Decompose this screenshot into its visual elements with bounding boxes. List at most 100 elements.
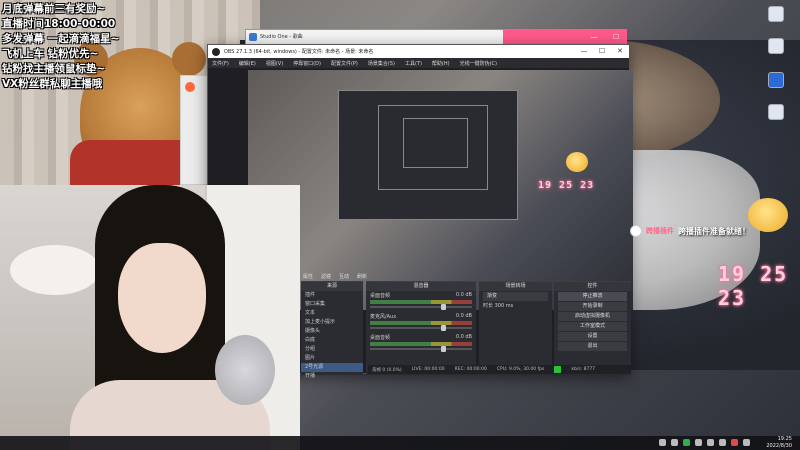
bear-ear [172, 42, 206, 76]
menu-profile[interactable]: 配置文件(P) [331, 60, 358, 67]
source-item[interactable]: 窗口采集 [301, 300, 363, 309]
sources-header: 来源 [301, 282, 363, 291]
obs-titlebar[interactable]: OBS 27.1.3 (64-bit, windows) - 配置文件: 未命名… [208, 45, 629, 58]
volume-slider[interactable] [370, 304, 472, 310]
menu-file[interactable]: 文件(F) [212, 60, 229, 67]
desktop-file-icon[interactable] [768, 6, 784, 22]
transitions-header: 场景转场 [479, 282, 552, 291]
menu-view[interactable]: 视图(V) [266, 60, 283, 67]
close-button[interactable]: ✕ [611, 45, 629, 58]
stream-notice: 月底弹幕前三有奖励~ 直播时间18:00-00:00 多发弹幕 一起滴滴福星~ … [2, 2, 152, 92]
mixer-channel: 桌面音频 0.0 dB [366, 333, 476, 354]
app-logo-icon [185, 82, 195, 92]
wechat-icon[interactable] [683, 439, 690, 446]
microphone-image [215, 335, 275, 405]
rec-timer: REC: 00:00:00 [454, 367, 487, 372]
notice-line: VX粉丝群私聊主播哦 [2, 78, 103, 90]
maximize-button[interactable]: ☐ [593, 45, 611, 58]
desktop-document-icon[interactable] [768, 104, 784, 120]
transition-select[interactable]: 渐变 [483, 292, 548, 301]
source-item-selected[interactable]: 2号光源 [301, 363, 363, 372]
controls-dock: 控件 停止推流 开始录制 启动虚拟摄像机 工作室模式 设置 退出 [554, 281, 631, 375]
avatar [630, 225, 642, 237]
menu-help[interactable]: 帮助(H) [432, 60, 450, 67]
channel-name: 麦克风/Aux [370, 314, 397, 320]
mixer-dock: 混音器 桌面音频 0.0 dB 麦克风/Aux 0.0 dB 桌面音频 0.0 dB [366, 281, 476, 375]
taskbar-date: 2022/8/30 [766, 443, 792, 449]
notification-icon[interactable] [659, 439, 666, 446]
settings-button[interactable]: 设置 [558, 332, 627, 341]
source-item[interactable]: 文本 [301, 309, 363, 318]
studio-one-icon [249, 33, 257, 41]
stop-streaming-button[interactable]: 停止推流 [558, 292, 627, 301]
stream-clock-small: 19 25 23 [538, 180, 595, 191]
volume-icon[interactable] [707, 439, 714, 446]
minimize-icon[interactable]: — [583, 29, 605, 42]
taskbar-clock[interactable]: 19:25 2022/8/30 [766, 436, 792, 450]
webcam-feed [0, 185, 300, 450]
studio-one-title: Studio One - 歌曲 [260, 34, 303, 40]
dropped-frames: 丢帧 0 (0.0%) [372, 367, 402, 373]
app-icon[interactable] [671, 439, 678, 446]
source-item[interactable]: 开播 [301, 372, 363, 381]
source-item[interactable]: 分组 [301, 345, 363, 354]
volume-slider[interactable] [370, 325, 472, 331]
source-item[interactable]: 加上麦小提示 [301, 318, 363, 327]
plugin-banner: 跨播插件 跨播插件准备就绪！ [630, 225, 750, 237]
wifi-icon[interactable] [695, 439, 702, 446]
menu-scene-collection[interactable]: 场景集合(S) [368, 60, 395, 67]
obs-statusbar: 丢帧 0 (0.0%) LIVE: 00:00:00 REC: 00:00:00… [368, 365, 631, 374]
live-timer: LIVE: 00:00:00 [411, 367, 445, 372]
volume-meter [370, 321, 472, 325]
security-icon[interactable] [719, 439, 726, 446]
menu-plugin[interactable]: 光线一键防伪(C) [460, 60, 497, 67]
side-app-window[interactable] [180, 75, 210, 185]
channel-db: 0.0 dB [455, 334, 472, 340]
exit-button[interactable]: 退出 [558, 342, 627, 351]
nested-preview [403, 118, 468, 168]
plugin-tag: 跨播插件 [646, 227, 674, 235]
channel-name: 桌面音频 [370, 293, 391, 299]
channel-db: 0.0 dB [455, 313, 472, 319]
studio-mode-button[interactable]: 工作室模式 [558, 322, 627, 331]
source-item[interactable]: 白底 [301, 336, 363, 345]
cpu-usage: CPU: 9.0%, 30.00 fps [496, 367, 545, 372]
source-item[interactable]: 摄像头 [301, 327, 363, 336]
filters-button[interactable]: 滤镜 [321, 273, 331, 280]
maximize-icon[interactable]: ☐ [605, 29, 627, 42]
source-item[interactable]: 插件 [301, 291, 363, 300]
streamer-face [118, 243, 206, 353]
studio-one-window[interactable]: Studio One - 歌曲 [245, 29, 513, 45]
menu-tools[interactable]: 工具(T) [405, 60, 422, 67]
bitrate: kb/s: 8777 [571, 367, 596, 372]
start-recording-button[interactable]: 开始录制 [558, 302, 627, 311]
obs-menubar: 文件(F) 编辑(E) 视图(V) 停靠窗口(D) 配置文件(P) 场景集合(S… [208, 58, 629, 68]
volume-slider[interactable] [370, 346, 472, 352]
desktop-app-icon[interactable] [768, 38, 784, 54]
channel-name: 桌面音频 [370, 335, 391, 341]
volume-meter [370, 300, 472, 304]
virtual-camera-button[interactable]: 启动虚拟摄像机 [558, 312, 627, 321]
notice-line: 多发弹幕 一起滴滴福星~ [2, 33, 120, 45]
notice-line: 直播时间18:00-00:00 [2, 18, 116, 30]
plugin-message: 跨播插件准备就绪！ [678, 226, 750, 236]
refresh-button[interactable]: 刷新 [357, 273, 367, 280]
obs-logo-icon [212, 47, 220, 56]
duration-value[interactable]: 300 ms [495, 303, 514, 309]
antivirus-icon[interactable] [731, 439, 738, 446]
notice-line: 钻粉找主播领鼠标垫~ [2, 63, 106, 75]
obs-title: OBS 27.1.3 (64-bit, windows) - 配置文件: 未命名… [224, 49, 374, 55]
desktop-photoshop-icon[interactable] [768, 72, 784, 88]
chick-sticker-icon [566, 152, 588, 172]
menu-docks[interactable]: 停靠窗口(D) [293, 60, 321, 67]
pink-app-window[interactable]: — ☐ [503, 29, 627, 45]
minimize-button[interactable]: — [575, 45, 593, 58]
source-item[interactable]: 图片 [301, 354, 363, 363]
keyboard-icon[interactable] [743, 439, 750, 446]
interact-button[interactable]: 互动 [339, 273, 349, 280]
controls-header: 控件 [554, 282, 631, 291]
channel-db: 0.0 dB [455, 292, 472, 298]
properties-button[interactable]: 属性 [303, 273, 313, 280]
menu-edit[interactable]: 编辑(E) [239, 60, 256, 67]
transitions-dock: 场景转场 渐变 时长 300 ms [479, 281, 552, 375]
